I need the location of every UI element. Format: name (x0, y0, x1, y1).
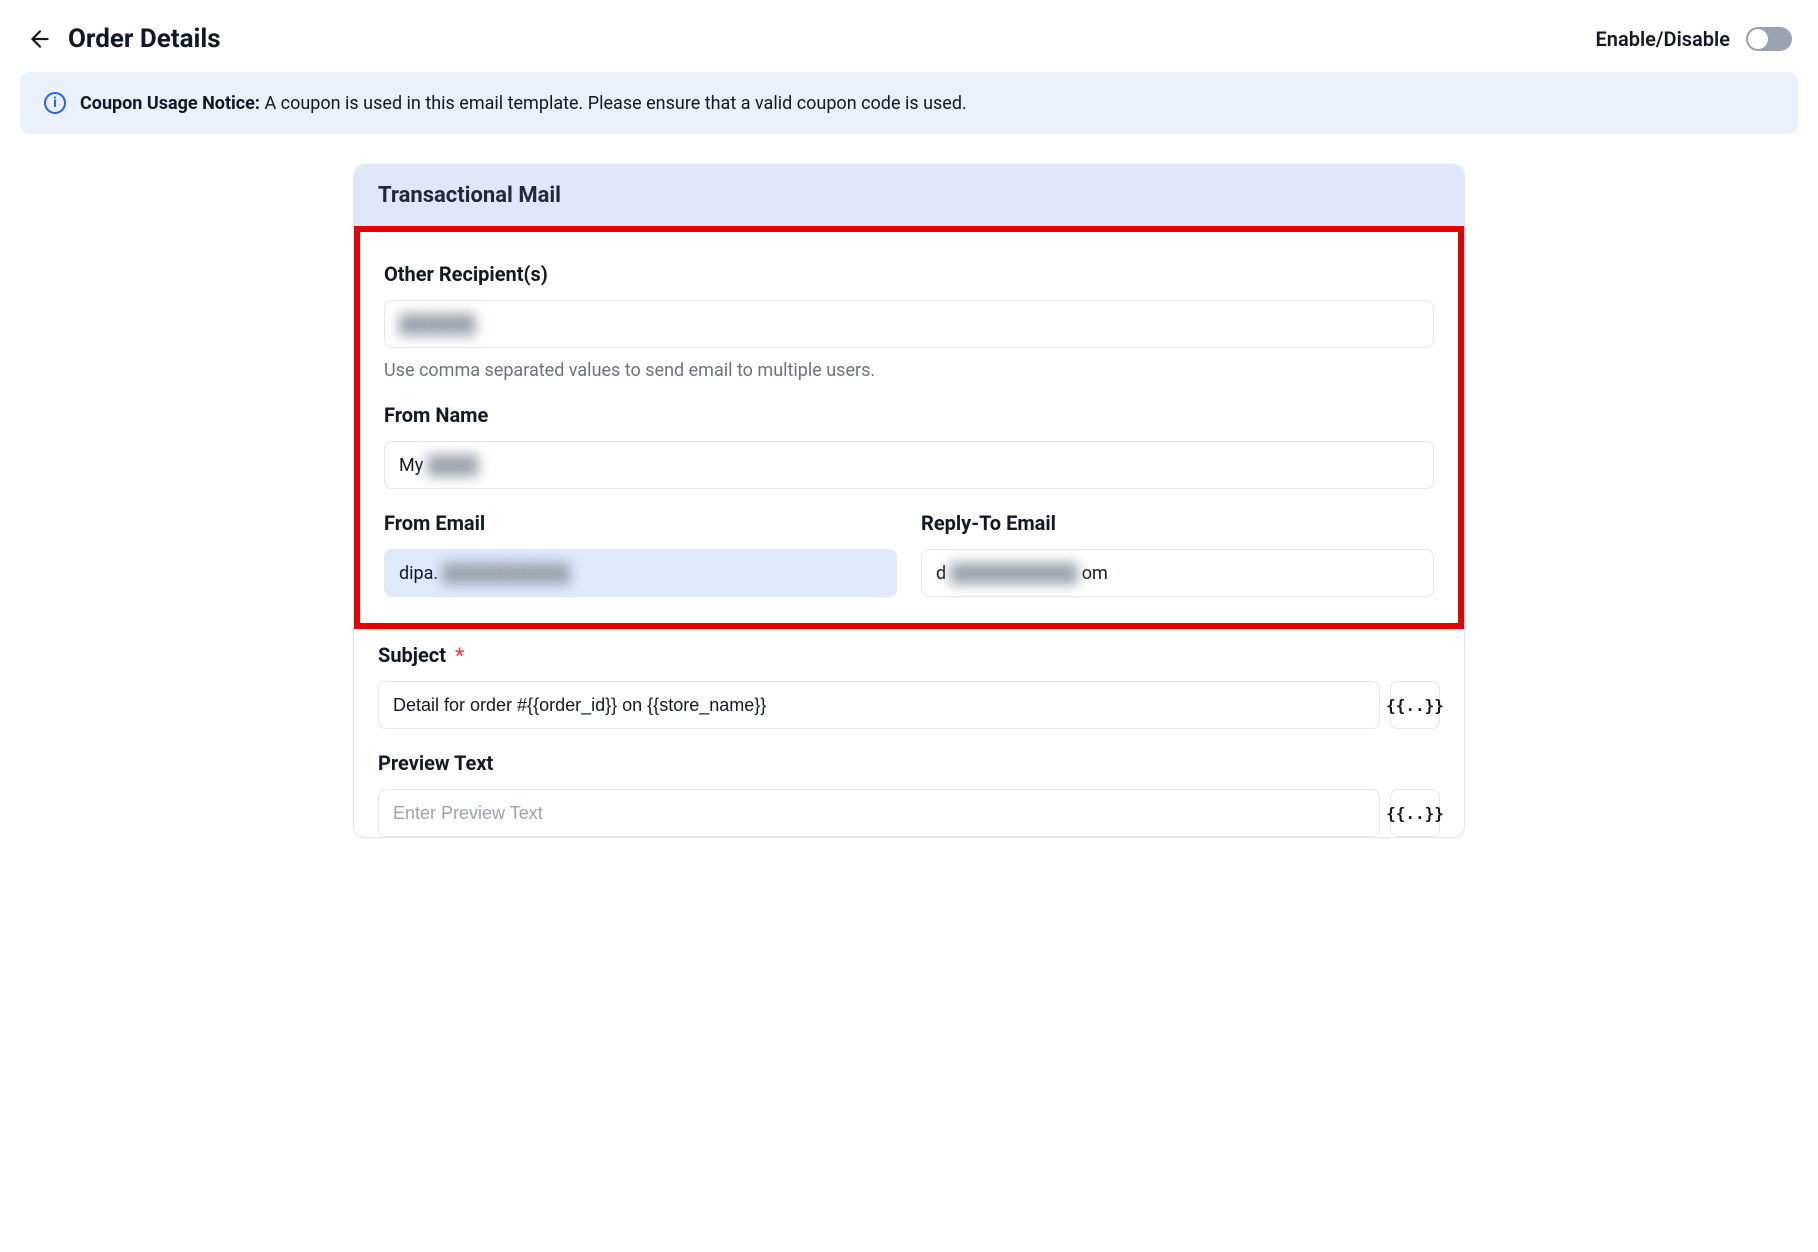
preview-text-label: Preview Text (378, 751, 1440, 775)
token-glyph-icon: {{..}} (1386, 696, 1444, 715)
preview-text-field: Preview Text {{..}} (378, 751, 1440, 837)
coupon-notice-body: A coupon is used in this email template.… (264, 93, 966, 114)
card-title: Transactional Mail (354, 165, 1464, 226)
subject-row: {{..}} (378, 681, 1440, 729)
insert-token-button[interactable]: {{..}} (1390, 789, 1440, 837)
email-row: From Email dipa. ██████████ Reply-To Ema… (384, 511, 1434, 597)
back-arrow-icon[interactable] (26, 25, 54, 53)
subject-field: Subject * {{..}} (378, 643, 1440, 729)
redacted-text: ██████ (399, 314, 476, 335)
toggle-knob (1748, 29, 1768, 49)
header-right: Enable/Disable (1596, 27, 1792, 51)
header-left: Order Details (26, 24, 221, 54)
subject-input[interactable] (378, 681, 1380, 729)
reply-to-email-label: Reply-To Email (921, 511, 1434, 535)
highlighted-section: Other Recipient(s) ██████ Use comma sepa… (354, 226, 1464, 629)
coupon-notice-text: Coupon Usage Notice: A coupon is used in… (80, 93, 967, 114)
from-email-field: From Email dipa. ██████████ (384, 511, 897, 597)
from-name-input[interactable]: My ████ (384, 441, 1434, 489)
preview-row: {{..}} (378, 789, 1440, 837)
reply-to-suffix: om (1082, 563, 1108, 584)
other-recipients-hint: Use comma separated values to send email… (384, 360, 1434, 381)
other-recipients-label: Other Recipient(s) (384, 262, 1434, 286)
subject-label: Subject * (378, 643, 1440, 667)
insert-token-button[interactable]: {{..}} (1390, 681, 1440, 729)
subject-label-text: Subject (378, 643, 446, 667)
from-email-input[interactable]: dipa. ██████████ (384, 549, 897, 597)
preview-text-input[interactable] (378, 789, 1380, 837)
required-asterisk: * (455, 643, 464, 667)
redacted-text: ████ (427, 455, 478, 476)
reply-to-email-input[interactable]: d ██████████ om (921, 549, 1434, 597)
enable-disable-toggle[interactable] (1746, 27, 1792, 51)
page-header: Order Details Enable/Disable (20, 14, 1798, 72)
from-email-prefix: dipa. (399, 563, 438, 584)
info-icon: i (44, 92, 66, 114)
coupon-notice-title: Coupon Usage Notice: (80, 93, 260, 114)
reply-to-prefix: d (936, 563, 946, 584)
coupon-notice: i Coupon Usage Notice: A coupon is used … (20, 72, 1798, 134)
other-recipients-input[interactable]: ██████ (384, 300, 1434, 348)
redacted-text: ██████████ (442, 563, 570, 584)
from-email-label: From Email (384, 511, 897, 535)
from-name-field: From Name My ████ (384, 403, 1434, 489)
card-body: Other Recipient(s) ██████ Use comma sepa… (354, 226, 1464, 837)
content: Transactional Mail Other Recipient(s) ██… (20, 134, 1798, 838)
reply-to-email-field: Reply-To Email d ██████████ om (921, 511, 1434, 597)
token-glyph-icon: {{..}} (1386, 804, 1444, 823)
from-name-prefix: My (399, 455, 423, 476)
toggle-label: Enable/Disable (1596, 27, 1730, 51)
subject-section: Subject * {{..}} Preview Text {{..}} (354, 643, 1464, 837)
page-title: Order Details (68, 24, 221, 54)
transactional-mail-card: Transactional Mail Other Recipient(s) ██… (353, 164, 1465, 838)
other-recipients-field: Other Recipient(s) ██████ Use comma sepa… (384, 262, 1434, 381)
redacted-text: ██████████ (950, 563, 1078, 584)
from-name-label: From Name (384, 403, 1434, 427)
